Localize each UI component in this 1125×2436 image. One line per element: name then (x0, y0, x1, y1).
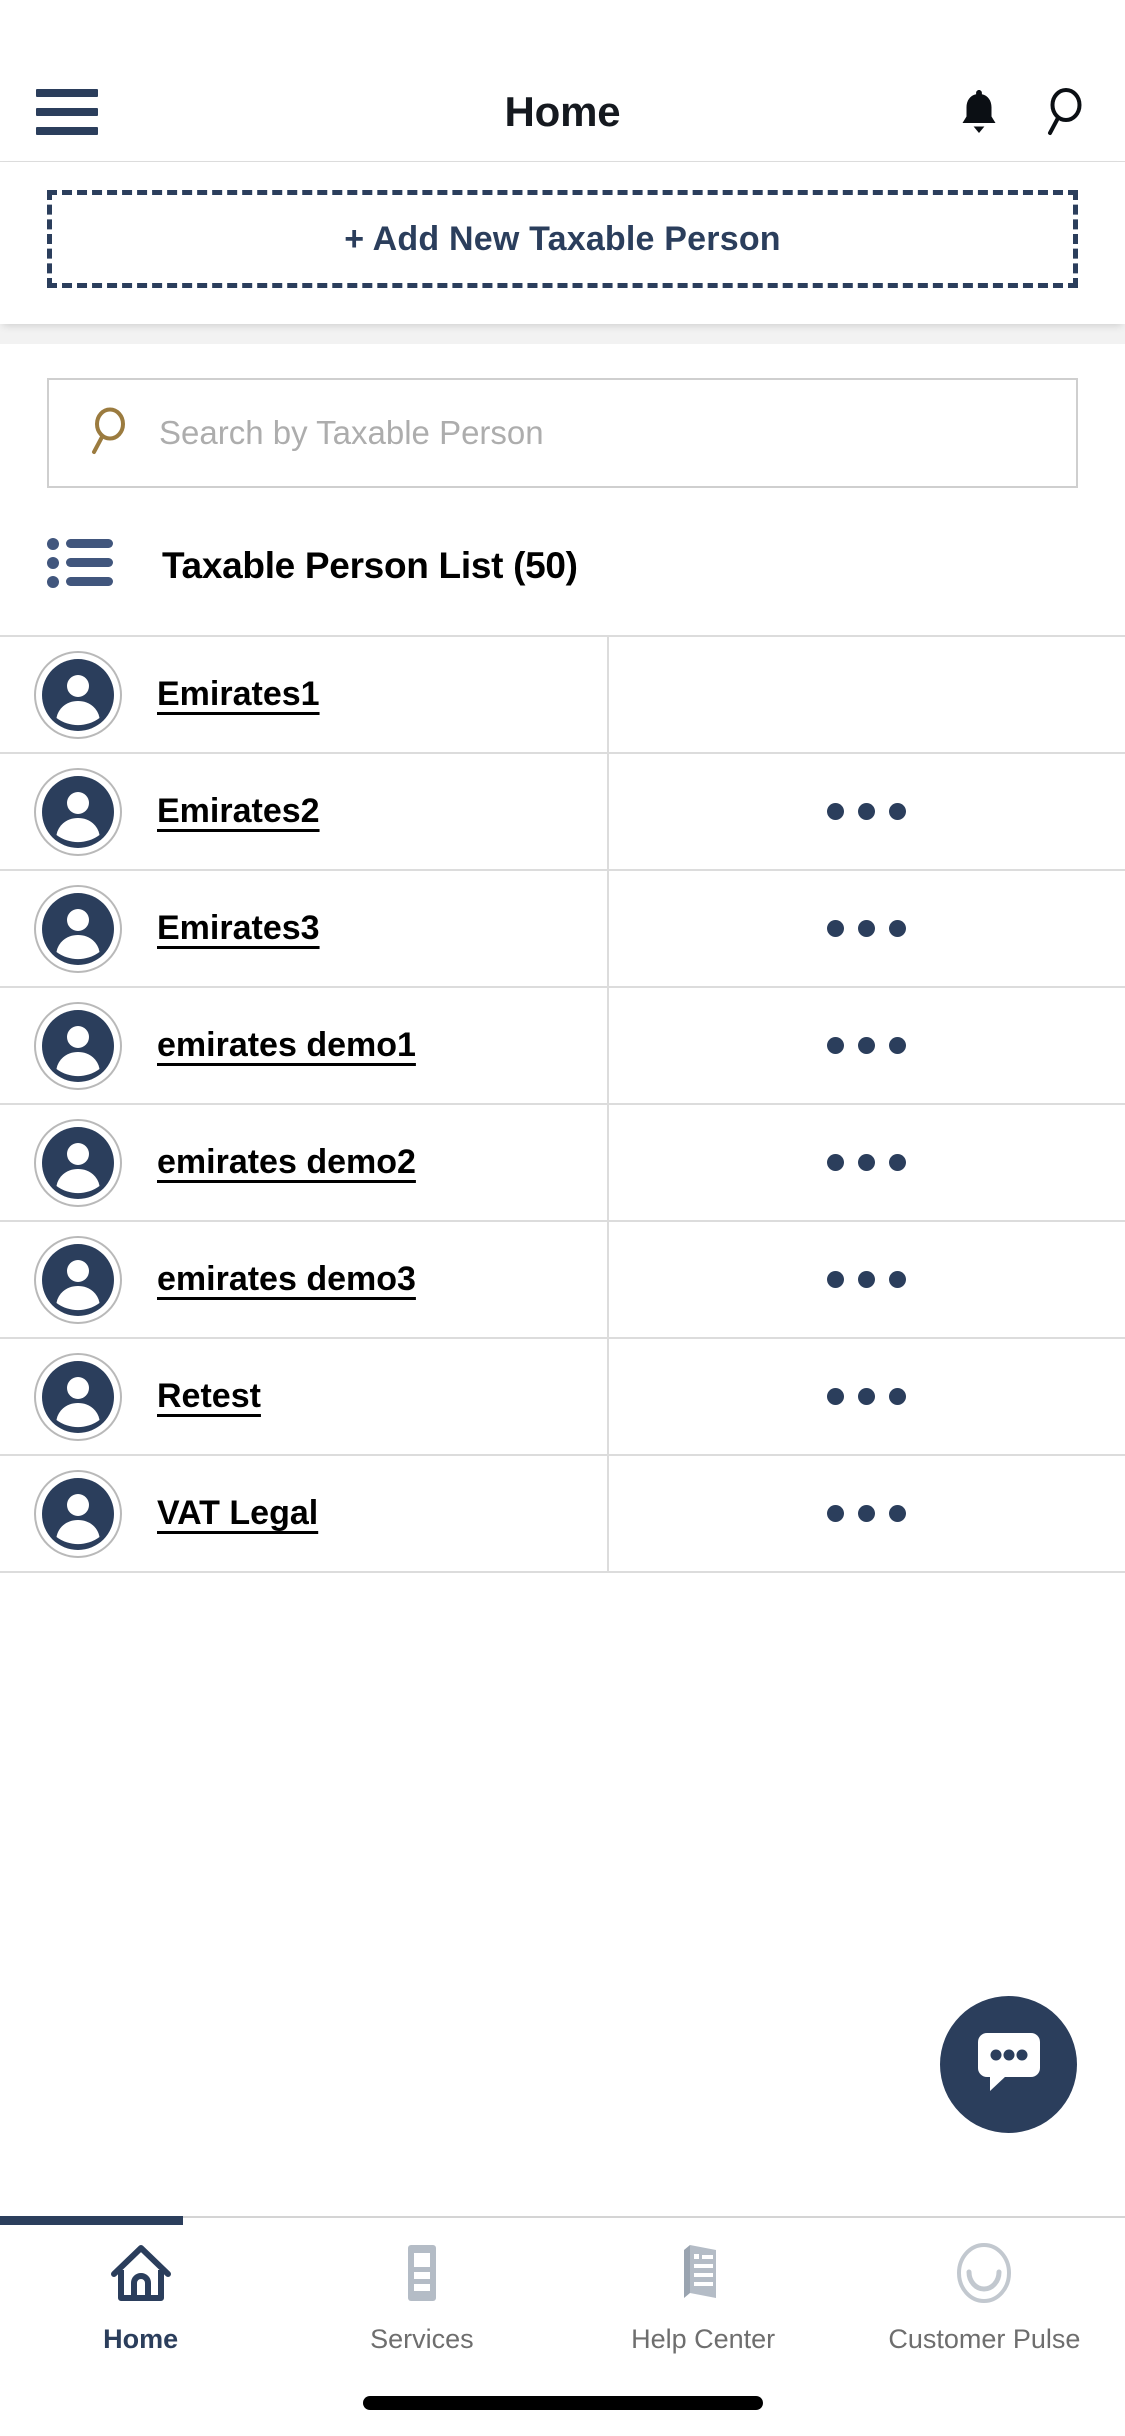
person-avatar-icon (42, 1360, 114, 1433)
avatar (34, 650, 122, 739)
person-avatar-icon (42, 658, 114, 731)
services-grid-icon (389, 2242, 455, 2309)
row-overflow-menu-button[interactable] (607, 988, 1125, 1103)
person-name-link[interactable]: emirates demo2 (157, 1143, 416, 1182)
bottom-navigation-bar: Home Services Help Center Customer Pulse (0, 2216, 1125, 2436)
search-icon (87, 405, 133, 462)
search-input[interactable]: Search by Taxable Person (47, 378, 1078, 488)
nav-item-help-center[interactable]: Help Center (563, 2218, 844, 2383)
table-row[interactable]: emirates demo1 (0, 988, 1125, 1105)
person-name-link[interactable]: Emirates3 (157, 909, 320, 948)
search-icon[interactable] (1039, 84, 1091, 140)
table-row[interactable]: Emirates1 (0, 637, 1125, 754)
active-tab-indicator (0, 2216, 183, 2225)
add-new-taxable-person-button[interactable]: + Add New Taxable Person (47, 190, 1078, 288)
add-new-taxable-person-label: + Add New Taxable Person (344, 219, 781, 258)
person-avatar-icon (42, 1477, 114, 1550)
smiley-face-icon (951, 2242, 1017, 2309)
person-name-link[interactable]: emirates demo1 (157, 1026, 416, 1065)
home-icon (108, 2242, 174, 2309)
bottom-nav-items: Home Services Help Center Customer Pulse (0, 2218, 1125, 2383)
person-name-link[interactable]: Emirates2 (157, 792, 320, 831)
avatar (34, 1001, 122, 1090)
row-overflow-menu-button[interactable] (607, 871, 1125, 986)
home-indicator-bar (362, 2396, 763, 2410)
avatar (34, 767, 122, 856)
avatar (34, 884, 122, 973)
person-name-link[interactable]: Retest (157, 1377, 261, 1416)
nav-item-customer-pulse[interactable]: Customer Pulse (844, 2218, 1125, 2383)
app-bar-actions (953, 84, 1091, 140)
person-avatar-icon (42, 1126, 114, 1199)
avatar (34, 1469, 122, 1558)
nav-label-services: Services (370, 2324, 474, 2354)
taxable-person-list-title: Taxable Person List (50) (162, 544, 578, 586)
more-options-icon (826, 1388, 906, 1405)
nav-label-home: Home (103, 2324, 179, 2354)
person-avatar-icon (42, 1243, 114, 1316)
chat-fab-button[interactable] (940, 1996, 1077, 2133)
row-overflow-menu-button[interactable] (607, 1105, 1125, 1220)
row-overflow-menu-button[interactable] (607, 1222, 1125, 1337)
table-row[interactable]: emirates demo3 (0, 1222, 1125, 1339)
table-row[interactable]: Emirates3 (0, 871, 1125, 988)
search-section: Search by Taxable Person (0, 344, 1125, 488)
person-name-link[interactable]: VAT Legal (157, 1494, 318, 1533)
status-bar (0, 0, 1125, 62)
more-options-icon (826, 1271, 906, 1288)
table-row[interactable]: Retest (0, 1339, 1125, 1456)
nav-label-customer-pulse: Customer Pulse (888, 2324, 1081, 2354)
more-options-icon (826, 1037, 906, 1054)
app-root: Home + Add New Taxable Person Search by … (0, 0, 1125, 2436)
table-row[interactable]: Emirates2 (0, 754, 1125, 871)
taxable-person-list-header: Taxable Person List (50) (0, 488, 1125, 635)
person-avatar-icon (42, 1009, 114, 1082)
nav-label-help-center: Help Center (631, 2324, 776, 2354)
person-avatar-icon (42, 892, 114, 965)
avatar (34, 1352, 122, 1441)
add-taxable-person-section: + Add New Taxable Person (0, 162, 1125, 324)
chat-bubble-icon (974, 2029, 1044, 2100)
row-overflow-menu-button[interactable] (607, 1339, 1125, 1454)
nav-item-home[interactable]: Home (0, 2218, 281, 2383)
bell-icon[interactable] (953, 84, 1005, 140)
more-options-icon (826, 920, 906, 937)
section-spacer (0, 324, 1125, 344)
table-row[interactable]: emirates demo2 (0, 1105, 1125, 1222)
bulleted-list-icon (47, 536, 115, 595)
app-bar: Home (0, 62, 1125, 162)
row-column-divider (607, 637, 609, 752)
avatar (34, 1118, 122, 1207)
person-name-link[interactable]: Emirates1 (157, 675, 320, 714)
book-icon (670, 2242, 736, 2309)
search-placeholder-text: Search by Taxable Person (159, 414, 544, 451)
row-overflow-menu-button[interactable] (607, 754, 1125, 869)
more-options-icon (826, 1505, 906, 1522)
hamburger-menu-icon[interactable] (36, 88, 104, 135)
more-options-icon (826, 1154, 906, 1171)
row-overflow-menu-button[interactable] (607, 1456, 1125, 1571)
nav-item-services[interactable]: Services (281, 2218, 562, 2383)
avatar (34, 1235, 122, 1324)
taxable-person-list: Emirates1 Emirates2 Emirates3 emirates demo… (0, 635, 1125, 1573)
more-options-icon (826, 803, 906, 820)
person-avatar-icon (42, 775, 114, 848)
table-row[interactable]: VAT Legal (0, 1456, 1125, 1573)
person-name-link[interactable]: emirates demo3 (157, 1260, 416, 1299)
